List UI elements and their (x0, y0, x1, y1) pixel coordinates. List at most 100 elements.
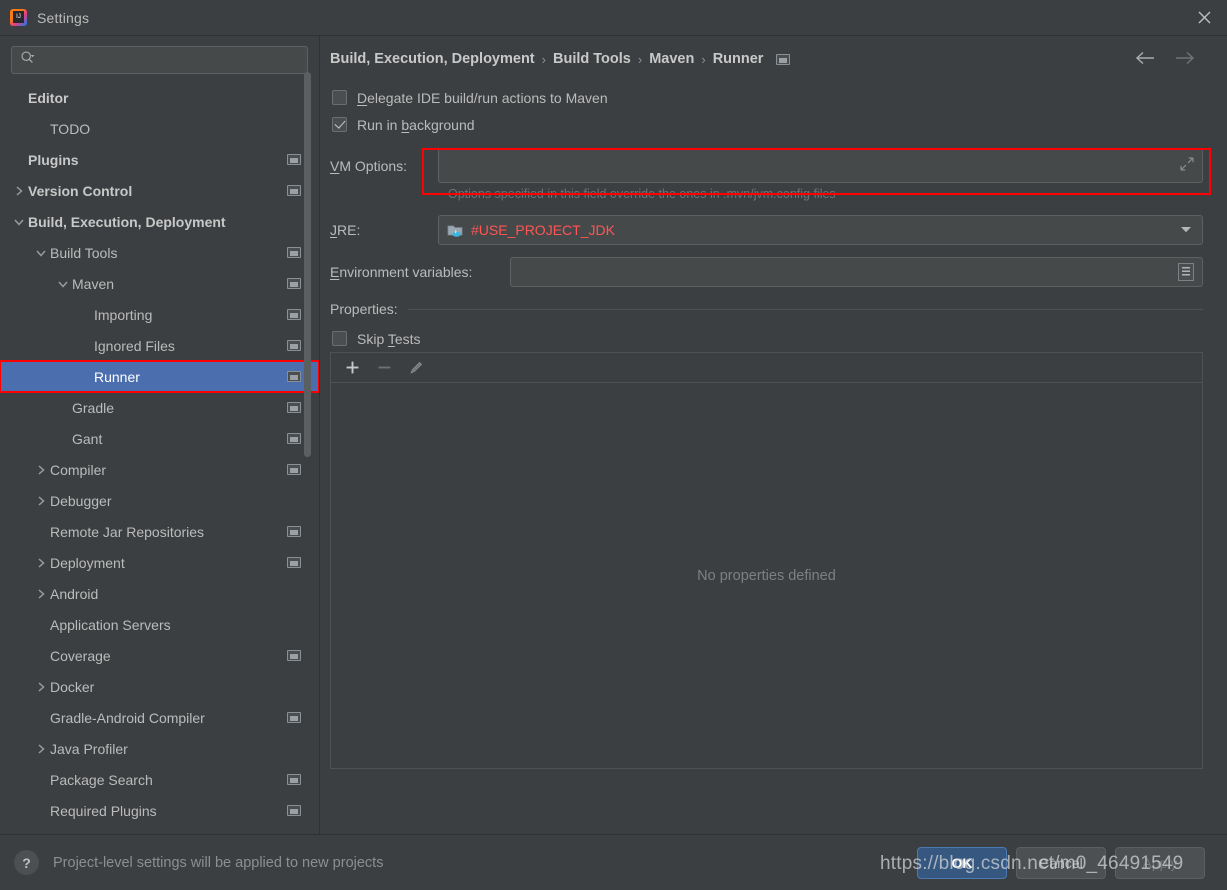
jre-value: #USE_PROJECT_JDK (471, 222, 615, 238)
sidebar-item-editor[interactable]: Editor (0, 82, 319, 113)
sidebar-scrollbar[interactable] (304, 36, 315, 834)
sidebar-item-build-execution-deployment[interactable]: Build, Execution, Deployment (0, 206, 319, 237)
skip-tests-checkbox[interactable] (332, 331, 347, 346)
sidebar-item-label: Ignored Files (94, 337, 175, 354)
sidebar-item-ignored-files[interactable]: Ignored Files (0, 330, 319, 361)
list-browse-icon[interactable] (1178, 263, 1194, 281)
arrow-right-icon[interactable] (1173, 50, 1195, 69)
project-level-settings-icon (287, 557, 301, 568)
sidebar-scrollbar-thumb[interactable] (304, 72, 311, 457)
arrow-left-icon[interactable] (1135, 50, 1157, 69)
sidebar-item-package-search[interactable]: Package Search (0, 764, 319, 795)
sidebar-item-label: Plugins (28, 151, 79, 168)
run-in-background-checkbox-row[interactable]: Run in background (332, 111, 1203, 138)
sidebar-item-label: Compiler (50, 461, 107, 478)
project-level-settings-icon (287, 526, 301, 537)
environment-variables-row: Environment variables: (330, 257, 1203, 287)
chevron-down-icon[interactable] (10, 217, 28, 227)
project-level-settings-icon (287, 185, 301, 196)
pencil-icon (407, 359, 425, 377)
sidebar-item-todo[interactable]: TODO (0, 113, 319, 144)
chevron-right-icon[interactable] (32, 743, 50, 755)
properties-section-header: Properties: (330, 301, 1203, 317)
question-mark-icon[interactable]: ? (14, 850, 39, 875)
sidebar-item-deployment[interactable]: Deployment (0, 547, 319, 578)
sidebar-item-label: Build, Execution, Deployment (28, 213, 226, 230)
project-level-settings-icon[interactable] (776, 53, 791, 65)
sidebar-item-label: Gradle-Android Compiler (50, 709, 205, 726)
sidebar-item-maven[interactable]: Maven (0, 268, 319, 299)
sidebar-item-build-tools[interactable]: Build Tools (0, 237, 319, 268)
plus-icon[interactable] (343, 359, 361, 377)
vm-options-label: VM Options: (330, 157, 408, 174)
project-level-settings-icon (287, 464, 301, 475)
footer-buttons: OK Cancel Apply (917, 846, 1205, 879)
search-icon (20, 50, 36, 71)
chevron-down-icon[interactable] (32, 248, 50, 258)
delegate-ide-build-checkbox-row[interactable]: Delegate IDE build/run actions to Maven (332, 84, 1203, 111)
sidebar-item-docker[interactable]: Docker (0, 671, 319, 702)
chevron-down-icon[interactable] (1180, 225, 1196, 236)
sidebar-item-label: Build Tools (50, 244, 118, 261)
chevron-right-icon[interactable] (32, 464, 50, 476)
breadcrumb-part-3[interactable]: Runner (713, 51, 764, 67)
project-level-settings-icon (287, 433, 301, 444)
sidebar-item-importing[interactable]: Importing (0, 299, 319, 330)
vm-options-row: VM Options: (330, 148, 1203, 183)
cancel-button[interactable]: Cancel (1016, 846, 1106, 879)
sidebar-item-gradle[interactable]: Gradle (0, 392, 319, 423)
skip-tests-label: Skip Tests (357, 330, 421, 347)
chevron-right-icon[interactable] (32, 588, 50, 600)
sidebar-item-gant[interactable]: Gant (0, 423, 319, 454)
sidebar-item-label: Editor (28, 89, 69, 106)
breadcrumb-part-1[interactable]: Build Tools (553, 51, 631, 67)
properties-table[interactable]: No properties defined (330, 382, 1203, 769)
sidebar-item-label: Gradle (72, 399, 115, 416)
jre-row: JRE: #USE_PROJECT_JDK (330, 215, 1203, 245)
sidebar-item-java-profiler[interactable]: Java Profiler (0, 733, 319, 764)
sidebar-item-label: Application Servers (50, 616, 171, 633)
breadcrumb-separator: › (701, 51, 706, 67)
settings-tree[interactable]: Editor TODO Plugins Version Control Build, E… (0, 82, 319, 834)
jre-label: JRE: (330, 222, 361, 238)
sidebar-item-runner[interactable]: Runner (0, 360, 319, 393)
vm-options-hint: Options specified in this field override… (448, 187, 836, 201)
skip-tests-checkbox-row[interactable]: Skip Tests (332, 325, 1203, 352)
sidebar-item-android[interactable]: Android (0, 578, 319, 609)
chevron-right-icon[interactable] (32, 557, 50, 569)
sidebar-item-label: Runner (94, 368, 140, 385)
ok-button[interactable]: OK (917, 846, 1007, 879)
sidebar-item-gradle-android-compiler[interactable]: Gradle-Android Compiler (0, 702, 319, 733)
chevron-down-icon[interactable] (54, 279, 72, 289)
chevron-right-icon[interactable] (32, 681, 50, 693)
expand-diagonal-icon[interactable] (1180, 157, 1194, 174)
sidebar-item-plugins[interactable]: Plugins (0, 144, 319, 175)
chevron-right-icon[interactable] (10, 185, 28, 197)
sidebar-item-compiler[interactable]: Compiler (0, 454, 319, 485)
sidebar-item-version-control[interactable]: Version Control (0, 175, 319, 206)
sidebar-item-debugger[interactable]: Debugger (0, 485, 319, 516)
project-level-settings-icon (287, 309, 301, 320)
title-bar-left: Settings (10, 9, 89, 26)
environment-variables-input[interactable] (510, 257, 1203, 287)
intellij-idea-icon (10, 9, 27, 26)
apply-button[interactable]: Apply (1115, 846, 1205, 879)
delegate-ide-build-checkbox[interactable] (332, 90, 347, 105)
search-container (0, 36, 319, 82)
sidebar-item-application-servers[interactable]: Application Servers (0, 609, 319, 640)
breadcrumb-part-0[interactable]: Build, Execution, Deployment (330, 51, 535, 67)
search-input[interactable] (36, 51, 299, 69)
jre-combobox[interactable]: #USE_PROJECT_JDK (438, 215, 1203, 245)
search-box[interactable] (11, 46, 308, 74)
sidebar-item-remote-jar-repositories[interactable]: Remote Jar Repositories (0, 516, 319, 547)
sidebar-item-required-plugins[interactable]: Required Plugins (0, 795, 319, 826)
chevron-right-icon[interactable] (32, 495, 50, 507)
vm-options-input[interactable] (438, 148, 1203, 183)
breadcrumb: Build, Execution, Deployment › Build Too… (330, 36, 1203, 82)
properties-toolbar (330, 352, 1203, 382)
close-icon[interactable] (1181, 0, 1227, 35)
breadcrumb-part-2[interactable]: Maven (649, 51, 694, 67)
settings-main-panel: Build, Execution, Deployment › Build Too… (320, 36, 1227, 834)
run-in-background-checkbox[interactable] (332, 117, 347, 132)
sidebar-item-coverage[interactable]: Coverage (0, 640, 319, 671)
